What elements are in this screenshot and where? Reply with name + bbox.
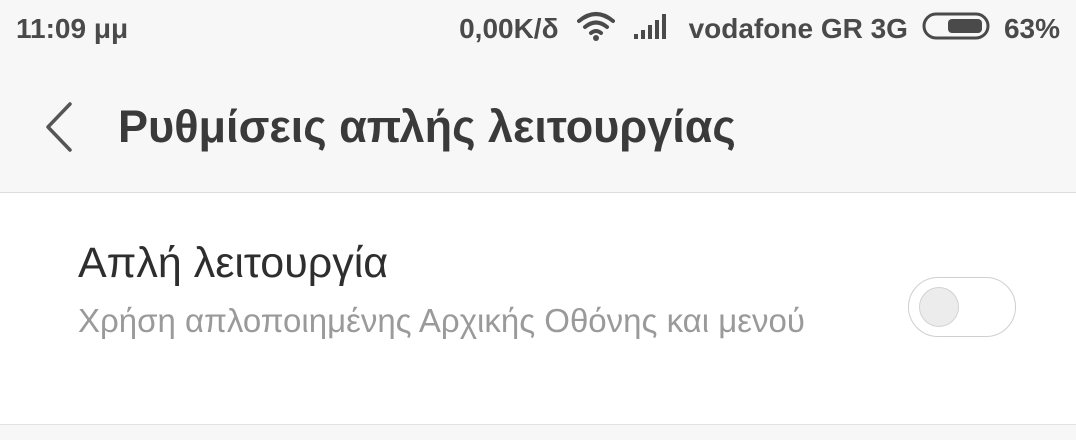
back-button[interactable] <box>30 92 90 162</box>
chevron-left-icon <box>46 102 72 152</box>
toggle-knob <box>919 287 959 327</box>
app-header: Ρυθμίσεις απλής λειτουργίας <box>0 62 1076 193</box>
wifi-icon <box>576 11 633 48</box>
simple-mode-toggle[interactable] <box>908 277 1016 337</box>
battery-icon <box>922 11 1004 48</box>
simple-mode-setting[interactable]: Απλή λειτουργία Χρήση απλοποιημένης Αρχι… <box>0 193 1076 425</box>
setting-summary: Χρήση απλοποιημένης Αρχικής Οθόνης και μ… <box>78 302 805 339</box>
list-divider <box>0 424 1076 440</box>
battery-percent: 63% <box>1003 13 1060 44</box>
page-title: Ρυθμίσεις απλής λειτουργίας <box>118 101 736 152</box>
status-bar: 11:09 μμ 0,00K/δ vodafone GR 3G 63% <box>0 0 1076 62</box>
status-indicators: 0,00K/δ vodafone GR 3G 63% <box>459 11 1060 48</box>
settings-list: Απλή λειτουργία Χρήση απλοποιημένης Αρχι… <box>0 193 1076 425</box>
network-speed: 0,00K/δ <box>459 13 559 44</box>
status-time: 11:09 μμ <box>16 13 129 44</box>
setting-title: Απλή λειτουργία <box>78 239 389 287</box>
signal-icon <box>633 12 689 47</box>
carrier-name: vodafone GR 3G <box>688 13 908 44</box>
